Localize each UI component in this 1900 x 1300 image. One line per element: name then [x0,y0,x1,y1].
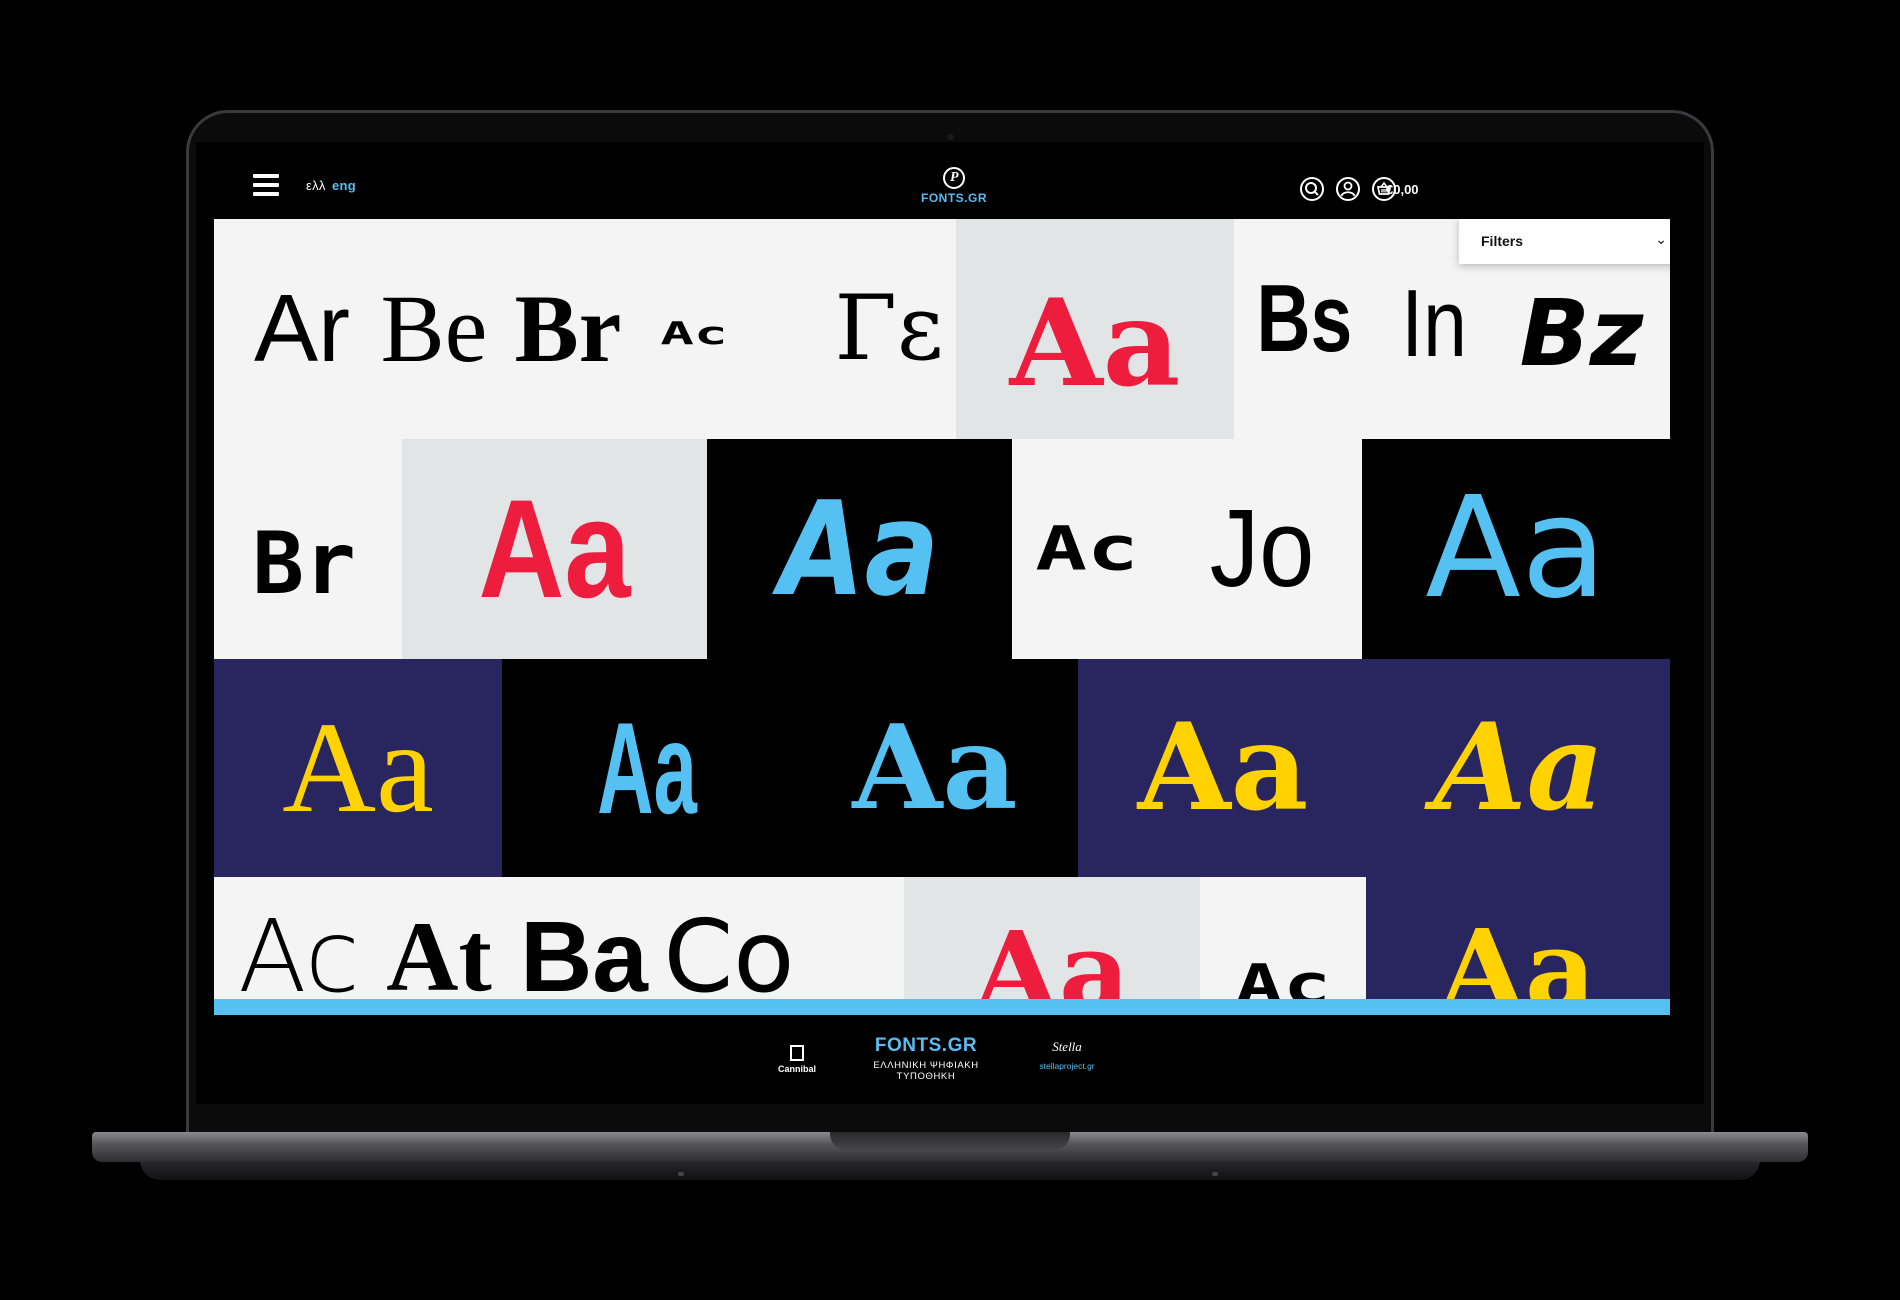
laptop-foot [1212,1172,1218,1176]
font-tile[interactable]: Aa [402,439,707,659]
font-tile[interactable]: Aa [904,877,1200,999]
filters-dropdown[interactable]: Filters ⌄ [1459,219,1670,264]
footer-subtitle: ΕΛΛΗΝΙΚΗ ΨΗΦΙΑΚΗ ΤΥΠΟΘΗΚΗ [873,1060,979,1082]
cannibal-partner-logo[interactable]: Cannibal [772,1045,822,1074]
font-tile[interactable]: Aa [792,659,1078,877]
font-tile[interactable]: Jo [1162,439,1362,659]
filters-label: Filters [1481,233,1524,249]
font-tile[interactable]: Be [369,274,499,384]
font-tile[interactable]: Ac [234,907,364,999]
font-tile[interactable]: Co [659,907,799,999]
font-tile[interactable]: Aa [1368,659,1670,877]
font-tile[interactable]: Aa [502,659,792,877]
webcam [948,134,954,140]
font-tile[interactable]: Ar [242,274,362,384]
font-tile[interactable]: In [1374,269,1494,379]
logo-text: FONTS.GR [921,191,987,205]
font-tile[interactable]: At [374,907,504,999]
font-tile[interactable]: Aa [1362,439,1670,659]
lang-english-link[interactable]: eng [332,178,356,193]
font-tile[interactable]: Ac [1200,877,1366,999]
font-tile[interactable]: Bz [1514,279,1649,389]
laptop-base-underside [140,1160,1760,1180]
logo-mark-icon: P [943,167,965,189]
laptop-screen: ελλ eng P FONTS.GR €0,00 Ar Be Br Ac Γε … [196,142,1704,1104]
chevron-down-icon: ⌄ [1655,231,1667,247]
font-tile[interactable]: Br [214,439,394,659]
font-tile[interactable]: Aa [214,659,502,877]
font-tile[interactable]: Γε [834,274,944,384]
font-tile[interactable]: Ba [514,907,654,999]
font-specimen-grid: Ar Be Br Ac Γε Aa Bs In Bz Br Aa Aa Ac J… [214,219,1670,999]
cart-total[interactable]: €0,00 [1386,182,1419,197]
font-tile[interactable]: Br [504,274,632,384]
cannibal-icon [790,1045,804,1061]
footer-fonts-logo[interactable]: FONTS.GR ΕΛΛΗΝΙΚΗ ΨΗΦΙΑΚΗ ΤΥΠΟΘΗΚΗ [846,1035,1006,1082]
laptop-notch [830,1132,1070,1150]
font-tile[interactable]: Aa [1078,659,1368,877]
menu-icon[interactable] [253,174,279,196]
stella-url: stellaproject.gr [1039,1061,1095,1071]
lang-greek-link[interactable]: ελλ [306,178,326,193]
font-tile[interactable]: Aa [1366,877,1670,999]
site-logo[interactable]: P FONTS.GR [916,167,992,211]
laptop-foot [678,1172,684,1176]
site-header: ελλ eng P FONTS.GR €0,00 [196,142,1704,219]
user-account-icon[interactable] [1336,177,1360,201]
cannibal-label: Cannibal [777,1064,816,1074]
search-icon[interactable] [1300,177,1324,201]
stella-project-logo[interactable]: Stella stellaproject.gr [1032,1039,1102,1071]
font-tile[interactable]: Ac [1012,439,1162,659]
accent-divider [214,999,1670,1015]
footer-title: FONTS.GR [874,1035,978,1056]
font-tile[interactable]: Bs [1244,264,1364,374]
font-tile-featured[interactable]: Aa [956,219,1234,439]
site-footer: Cannibal FONTS.GR ΕΛΛΗΝΙΚΗ ΨΗΦΙΑΚΗ ΤΥΠΟΘ… [196,1015,1704,1104]
font-tile[interactable]: Ac [634,304,754,364]
stella-signature: Stella [1052,1039,1082,1054]
font-tile[interactable]: Aa [707,439,1012,659]
